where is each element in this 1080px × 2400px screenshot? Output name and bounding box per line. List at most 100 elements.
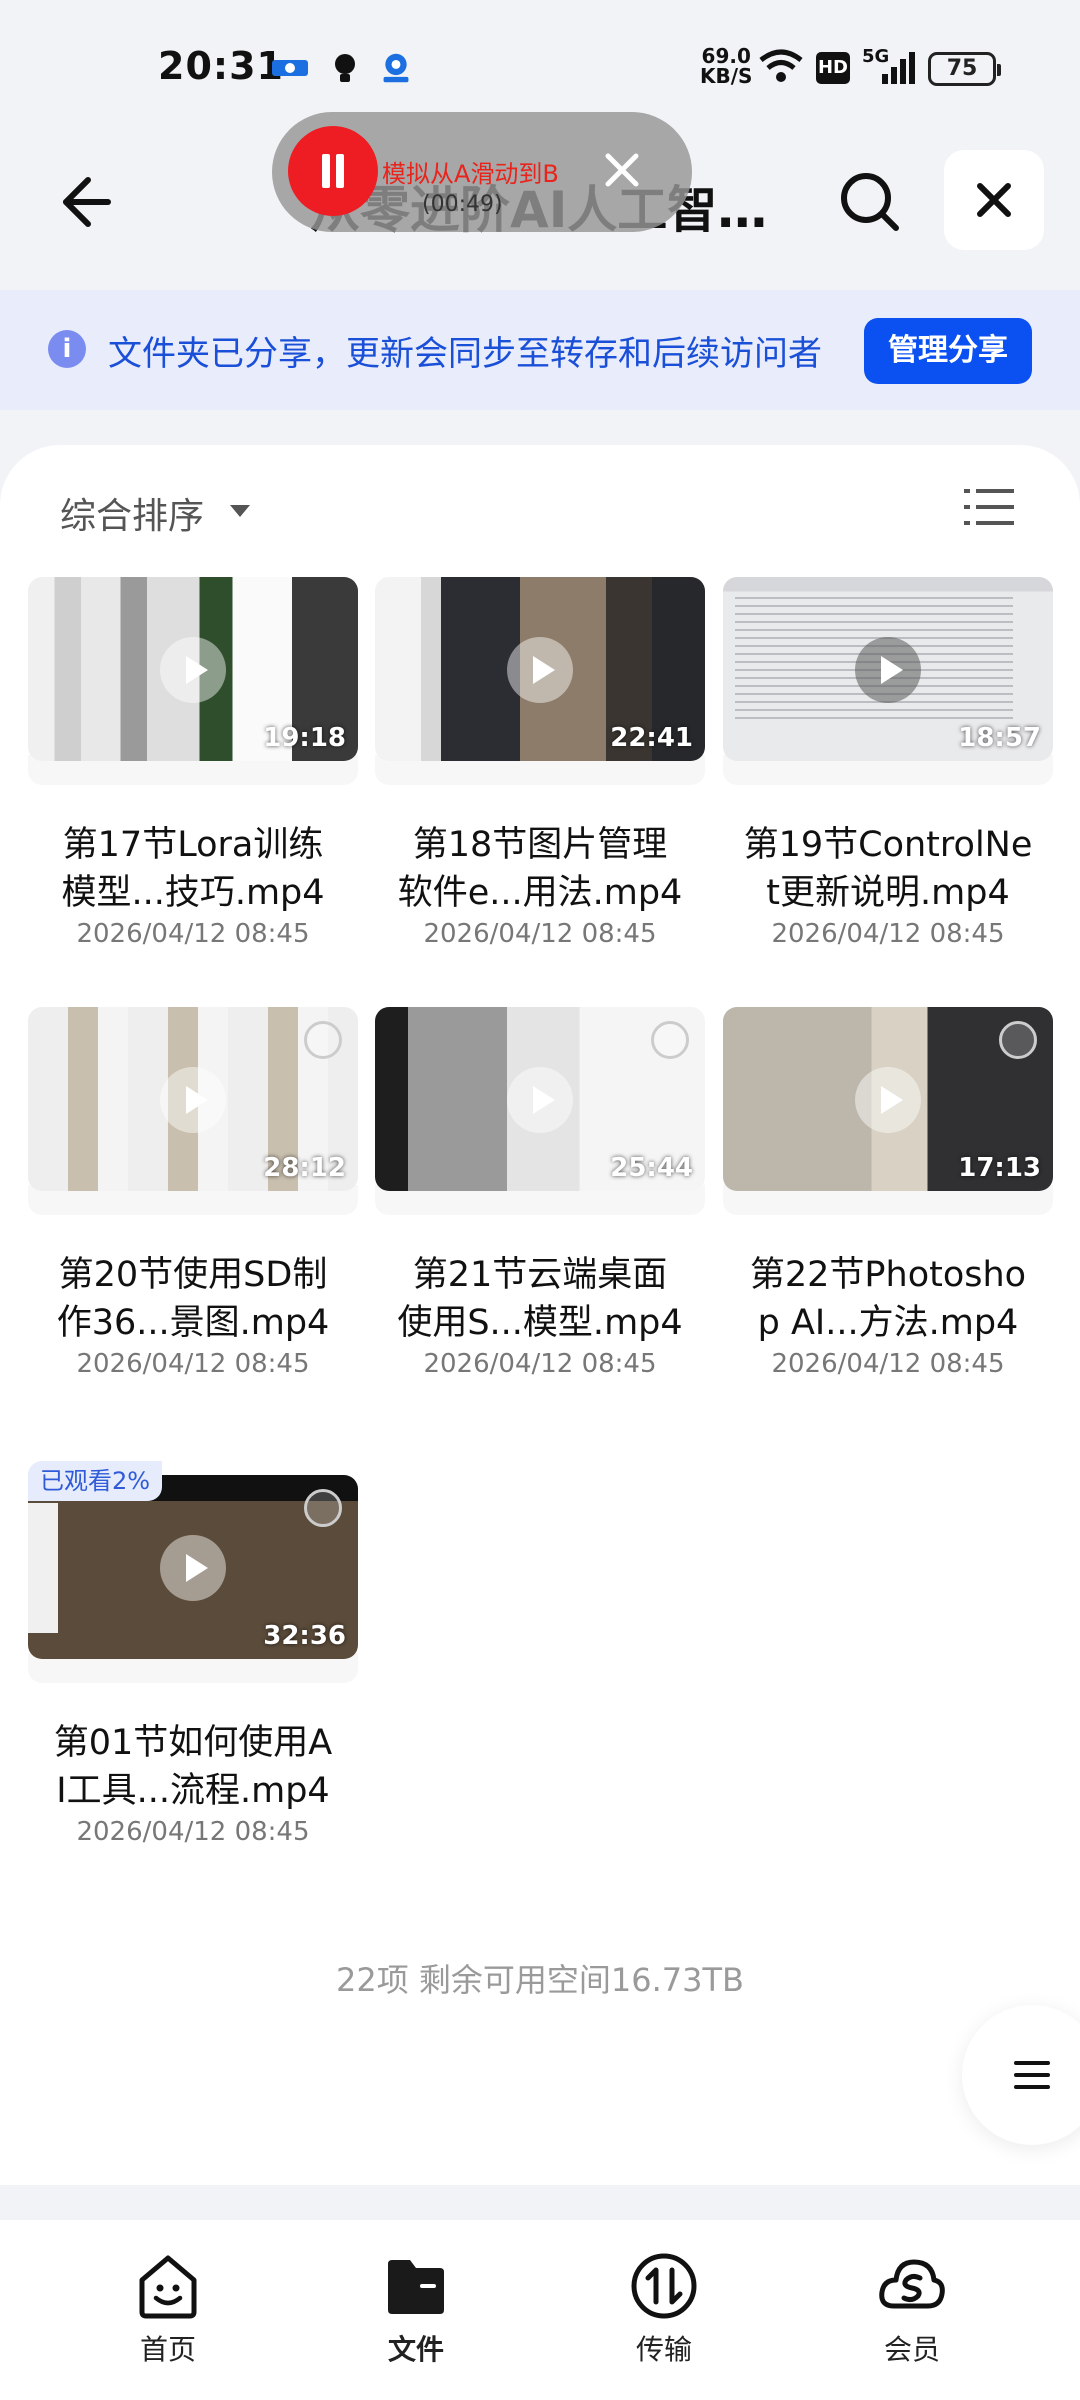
file-date: 2026/04/12 08:45 [76,1817,310,1847]
share-banner: i 文件夹已分享，更新会同步至转存和后续访问者 管理分享 [0,290,1080,410]
file-name-line2: 作36...景图.mp4 [56,1303,330,1343]
file-tile[interactable]: 22:41 第18节图片管理 软件e...用法.mp4 2026/04/12 0… [375,577,705,949]
video-thumbnail[interactable]: 28:12 [28,1007,358,1191]
file-name: 第18节图片管理 软件e...用法.mp4 [375,821,705,917]
file-name-line1: 第18节图片管理 [412,825,668,865]
file-name-line1: 第19节ControlNe [743,825,1033,865]
file-tile[interactable]: 28:12 第20节使用SD制 作36...景图.mp4 2026/04/12 … [28,1007,358,1379]
nav-item-files[interactable]: 文件 [346,2250,486,2368]
video-duration: 18:57 [958,723,1041,753]
play-icon [507,637,573,703]
file-date: 2026/04/12 08:45 [771,919,1005,949]
file-name: 第20节使用SD制 作36...景图.mp4 [28,1251,358,1347]
file-name-line2: 模型...技巧.mp4 [61,873,325,913]
app-badge-icon [383,53,409,83]
video-thumbnail[interactable]: 17:13 [723,1007,1053,1191]
bottom-nav: 首页 文件 传输 会员 [0,2220,1080,2400]
play-icon [160,637,226,703]
nav-item-home[interactable]: 首页 [98,2250,238,2368]
nav-label: 首页 [139,2333,196,2366]
play-icon [855,637,921,703]
recorder-label: 模拟从A滑动到B [382,160,559,188]
file-tile[interactable]: 17:13 第22节Photosho p AI...方法.mp4 2026/04… [723,1007,1053,1379]
video-thumbnail[interactable]: 25:44 [375,1007,705,1191]
network-speed-value: 69.0 [701,44,751,68]
video-duration: 22:41 [610,723,693,753]
file-date: 2026/04/12 08:45 [423,919,657,949]
network-speed: 69.0 KB/S [700,46,752,86]
file-name-line2: I工具...流程.mp4 [56,1771,330,1811]
video-duration: 25:44 [610,1153,693,1183]
transfer-icon [631,2253,697,2319]
notification-app-icon [272,60,308,76]
nav-item-transfer[interactable]: 传输 [594,2250,734,2368]
back-button[interactable] [48,166,120,238]
file-tile[interactable]: 已观看2% 32:36 第01节如何使用A I工具...流程.mp4 2026/… [28,1461,358,1847]
nav-item-vip[interactable]: 会员 [842,2250,982,2368]
file-name-line1: 第21节云端桌面 [412,1255,668,1295]
list-view-icon[interactable] [964,485,1014,531]
battery-icon: 75 [928,52,1001,86]
video-thumbnail[interactable]: 19:18 [28,577,358,761]
home-smile-icon [139,2255,197,2319]
video-duration: 32:36 [263,1621,346,1651]
play-icon [160,1067,226,1133]
file-date: 2026/04/12 08:45 [76,1349,310,1379]
play-icon [855,1067,921,1133]
select-checkbox[interactable] [999,1021,1037,1059]
file-tile[interactable]: 25:44 第21节云端桌面 使用S...模型.mp4 2026/04/12 0… [375,1007,705,1379]
video-thumbnail[interactable]: 18:57 [723,577,1053,761]
file-name-line2: t更新说明.mp4 [766,873,1010,913]
nav-label: 传输 [635,2333,692,2366]
menu-icon [1014,2061,1050,2089]
file-date: 2026/04/12 08:45 [771,1349,1005,1379]
app-screen: 20:31 69.0 KB/S HD 5G 75 模拟从A滑动到B (00:49… [0,0,1080,2400]
video-duration: 19:18 [263,723,346,753]
play-icon [160,1535,226,1601]
share-banner-text: 文件夹已分享，更新会同步至转存和后续访问者 [108,334,822,374]
chevron-down-icon[interactable] [230,505,250,517]
nav-label: 会员 [883,2333,940,2366]
video-duration: 17:13 [958,1153,1041,1183]
manage-share-button[interactable]: 管理分享 [864,318,1032,384]
folder-icon [388,2260,444,2314]
wifi-icon [759,49,803,82]
file-name: 第01节如何使用A I工具...流程.mp4 [28,1719,358,1815]
file-tile[interactable]: 18:57 第19节ControlNe t更新说明.mp4 2026/04/12… [723,577,1053,949]
file-name: 第17节Lora训练 模型...技巧.mp4 [28,821,358,917]
file-name-line2: 软件e...用法.mp4 [397,873,683,913]
signal-icon [882,52,915,84]
select-checkbox[interactable] [304,1021,342,1059]
file-name-line1: 第20节使用SD制 [58,1255,328,1295]
file-name: 第19节ControlNe t更新说明.mp4 [723,821,1053,917]
watched-badge: 已观看2% [28,1461,163,1501]
file-name: 第22节Photosho p AI...方法.mp4 [723,1251,1053,1347]
network-speed-unit: KB/S [700,64,753,88]
pause-button[interactable] [288,126,378,216]
file-tile[interactable]: 19:18 第17节Lora训练 模型...技巧.mp4 2026/04/12 … [28,577,358,949]
recorder-elapsed: (00:49) [422,192,503,217]
file-name-line1: 第17节Lora训练 [62,825,324,865]
video-thumbnail[interactable]: 22:41 [375,577,705,761]
video-duration: 28:12 [263,1153,346,1183]
play-icon [507,1067,573,1133]
nav-label: 文件 [387,2333,444,2366]
file-name-line2: 使用S...模型.mp4 [397,1303,683,1343]
file-date: 2026/04/12 08:45 [423,1349,657,1379]
recorder-close-icon[interactable] [592,140,652,200]
file-name: 第21节云端桌面 使用S...模型.mp4 [375,1251,705,1347]
file-list-panel: 综合排序 19:18 第17节Lora训练 模型...技巧.mp4 2026/0… [0,445,1080,2185]
lightbulb-icon [335,54,355,82]
file-name-line2: p AI...方法.mp4 [757,1303,1019,1343]
video-thumbnail[interactable]: 32:36 [28,1475,358,1659]
close-button[interactable] [944,150,1044,250]
file-date: 2026/04/12 08:45 [76,919,310,949]
file-name-line1: 第22节Photosho [749,1255,1027,1295]
recorder-overlay: 模拟从A滑动到B (00:49) [272,112,692,232]
file-name-line1: 第01节如何使用A [53,1723,333,1763]
search-icon[interactable] [834,166,906,238]
sort-dropdown[interactable]: 综合排序 [60,487,204,539]
select-checkbox[interactable] [651,1021,689,1059]
status-time: 20:31 [158,44,284,88]
select-checkbox[interactable] [304,1489,342,1527]
